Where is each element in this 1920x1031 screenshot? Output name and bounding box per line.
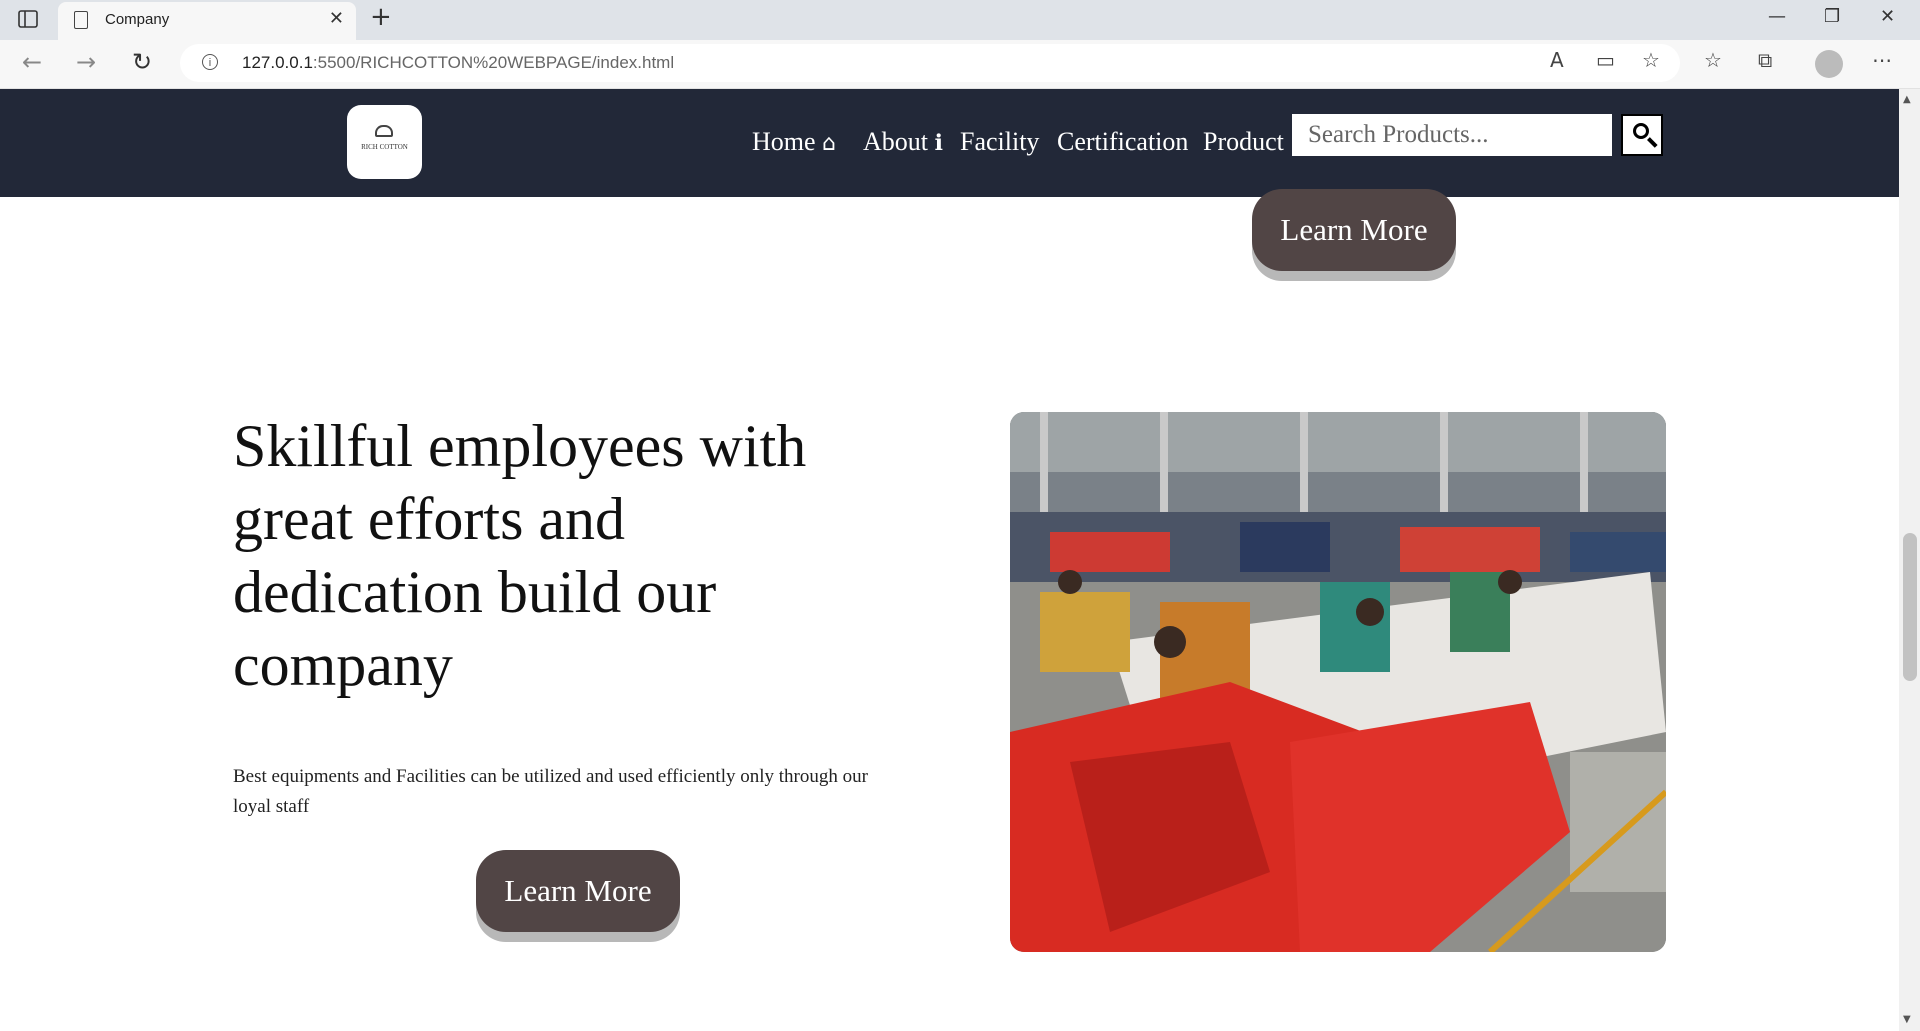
home-icon: ⌂ [822,131,837,156]
info-icon: ℹ [934,131,943,156]
read-aloud-icon[interactable]: A [1550,48,1564,72]
favorites-icon[interactable]: ☆ [1704,48,1722,72]
close-tab-icon[interactable]: ✕ [329,8,344,29]
close-window-icon[interactable]: ✕ [1880,6,1895,27]
learn-more-button[interactable]: Learn More [476,850,680,932]
nav-facility[interactable]: Facility [960,127,1039,157]
logo-text: RICH COTTON [361,143,408,151]
search-input[interactable] [1292,114,1612,156]
minimize-icon[interactable]: — [1768,6,1786,27]
nav-product[interactable]: Product [1203,127,1284,157]
tab-title: Company [105,11,170,28]
more-icon[interactable]: ⋯ [1872,48,1892,72]
search-icon [1633,123,1649,139]
browser-tab-bar: Company ✕ + — ❐ ✕ [0,0,1920,40]
immersive-reader-icon[interactable]: ▭ [1596,48,1615,72]
forward-icon[interactable]: → [76,48,96,76]
factory-workers-image [1010,412,1666,952]
search-button[interactable] [1621,114,1663,156]
search-icon-handle [1647,137,1658,148]
scroll-down-icon[interactable]: ▼ [1903,1014,1911,1025]
profile-avatar[interactable] [1815,50,1843,78]
learn-more-button-top[interactable]: Learn More [1252,189,1456,271]
url-text[interactable]: 127.0.0.1:5500/RICHCOTTON%20WEBPAGE/inde… [242,53,674,73]
nav-home[interactable]: Home ⌂ [752,127,836,157]
scroll-up-icon[interactable]: ▲ [1903,94,1911,105]
browser-tab[interactable]: Company ✕ [58,2,356,40]
url-path: :5500/RICHCOTTON%20WEBPAGE/index.html [312,53,675,72]
sewing-machine-icon [375,125,393,137]
tab-actions-icon[interactable] [18,10,38,28]
maximize-icon[interactable]: ❐ [1824,6,1840,27]
site-info-icon[interactable]: i [202,54,218,70]
new-tab-icon[interactable]: + [370,2,392,32]
url-host: 127.0.0.1 [242,53,313,72]
nav-about[interactable]: About ℹ [863,127,943,157]
reload-icon[interactable]: ↻ [132,48,152,76]
collections-icon[interactable]: ⧉ [1758,48,1772,72]
site-navbar: RICH COTTON Home ⌂ About ℹ Facility Cert… [0,89,1899,197]
back-icon[interactable]: ← [22,48,42,76]
site-logo[interactable]: RICH COTTON [347,105,422,179]
section-body-text: Best equipments and Facilities can be ut… [233,766,868,817]
page-icon [74,11,88,29]
url-field[interactable]: i 127.0.0.1:5500/RICHCOTTON%20WEBPAGE/in… [180,44,1680,82]
section-headline: Skillful employees with great efforts an… [233,413,807,698]
scrollbar-thumb[interactable] [1903,533,1917,681]
nav-certification[interactable]: Certification [1057,127,1188,157]
add-favorite-icon[interactable]: ☆ [1642,48,1660,72]
nav-about-label: About [863,127,928,156]
browser-address-bar: ← → ↻ i 127.0.0.1:5500/RICHCOTTON%20WEBP… [0,40,1920,89]
nav-home-label: Home [752,127,816,156]
